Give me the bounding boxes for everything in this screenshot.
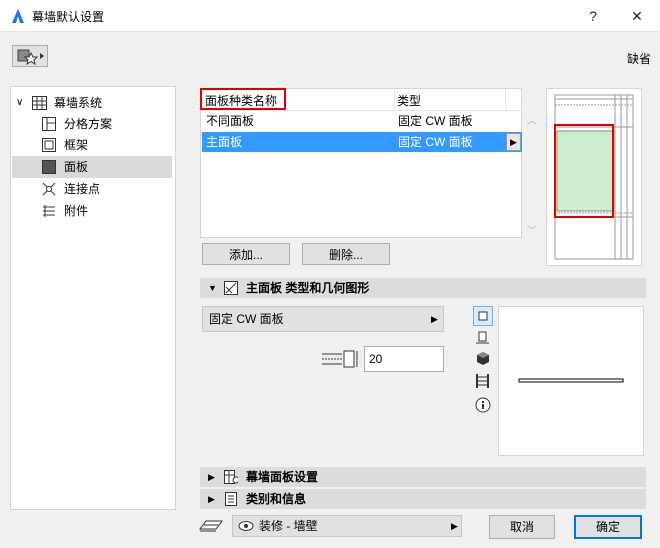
section-panel-settings[interactable]: ▶ 幕墙面板设置 xyxy=(200,467,646,487)
square-icon xyxy=(478,311,488,321)
tree-item-label: 附件 xyxy=(64,204,89,218)
panel-geometry-icon xyxy=(224,281,238,295)
table-row[interactable]: 主面板 固定 CW 面板 ▶ xyxy=(202,132,522,152)
tree-item-panel[interactable]: 面板 xyxy=(12,156,172,178)
tree-item-label: 分格方案 xyxy=(64,117,113,131)
column-header-type[interactable]: 类型 xyxy=(397,92,421,109)
document-icon xyxy=(225,492,237,506)
info-icon[interactable] xyxy=(474,396,492,414)
app-logo-icon xyxy=(12,9,24,23)
section-title: 主面板 类型和几何图形 xyxy=(246,281,370,295)
window-title: 幕墙默认设置 xyxy=(32,10,105,24)
chevron-down-icon[interactable]: ∨ xyxy=(16,92,23,114)
favorites-star-icon xyxy=(17,49,44,66)
help-button[interactable]: ? xyxy=(582,6,604,26)
panel-settings-icon xyxy=(224,470,238,484)
layer-icon xyxy=(199,520,223,532)
row-name: 主面板 xyxy=(206,135,243,149)
row-type-dropdown-arrow[interactable]: ▶ xyxy=(506,133,521,151)
chevron-right-icon: ▶ xyxy=(451,521,458,531)
thickness-input[interactable]: 20 xyxy=(364,346,444,372)
panel-icon xyxy=(42,160,56,174)
row-name: 不同面板 xyxy=(206,114,255,128)
default-label: 缺省 xyxy=(627,52,652,66)
tree-item-grid-scheme[interactable]: 分格方案 xyxy=(12,113,172,135)
panel-type-select[interactable]: 固定 CW 面板 ▶ xyxy=(202,306,444,332)
cancel-button[interactable]: 取消 xyxy=(489,515,555,539)
collapse-triangle-icon[interactable]: ▼ xyxy=(208,278,217,298)
elevation-view-icon[interactable] xyxy=(474,329,492,347)
highlight-box xyxy=(200,88,286,110)
section-title: 幕墙面板设置 xyxy=(246,470,319,484)
geometry-preview xyxy=(498,306,644,456)
accessory-icon xyxy=(43,205,55,217)
panel-thickness-icon xyxy=(322,350,358,368)
delete-button[interactable]: 删除... xyxy=(302,243,390,265)
tree-root-label: 幕墙系统 xyxy=(54,96,103,110)
tree-item-label: 面板 xyxy=(64,160,89,174)
scroll-down-icon[interactable]: ﹀ xyxy=(527,222,537,237)
grid-scheme-icon xyxy=(42,117,56,131)
layer-select[interactable]: 装修 - 墙壁 ▶ xyxy=(232,515,462,537)
section-title: 类别和信息 xyxy=(246,492,307,506)
expand-triangle-icon[interactable]: ▶ xyxy=(208,467,215,487)
eye-icon xyxy=(238,521,254,531)
row-type: 固定 CW 面板 xyxy=(398,114,473,128)
column-divider xyxy=(394,89,395,111)
frame-icon xyxy=(42,138,56,152)
junction-icon xyxy=(42,182,56,196)
curtain-wall-icon xyxy=(32,96,47,110)
section-main-geometry[interactable]: ▼ 主面板 类型和几何图形 xyxy=(200,278,646,298)
section-category-info[interactable]: ▶ 类别和信息 xyxy=(200,489,646,509)
layer-value: 装修 - 墙壁 xyxy=(259,519,318,533)
expand-triangle-icon[interactable]: ▶ xyxy=(208,489,215,509)
ok-button[interactable]: 确定 xyxy=(574,515,642,539)
panel-type-value: 固定 CW 面板 xyxy=(209,312,284,326)
table-row[interactable]: 不同面板 固定 CW 面板 xyxy=(202,111,522,131)
tree-item-label: 框架 xyxy=(64,138,89,152)
preview-highlight-box xyxy=(554,124,614,218)
close-button[interactable]: ✕ xyxy=(626,6,648,26)
3d-view-icon[interactable] xyxy=(474,350,492,368)
title-bar: 幕墙默认设置 ? ✕ xyxy=(0,0,660,32)
favorites-button[interactable] xyxy=(12,45,48,67)
panel-section-preview-icon xyxy=(518,378,624,383)
section-view-icon[interactable] xyxy=(474,372,492,390)
scroll-up-icon[interactable]: ︿ xyxy=(527,112,537,127)
tree-item-frame[interactable]: 框架 xyxy=(12,134,172,156)
tree-item-label: 连接点 xyxy=(64,182,101,196)
chevron-right-icon: ▶ xyxy=(431,314,438,324)
add-button[interactable]: 添加... xyxy=(202,243,290,265)
view-plan-button[interactable] xyxy=(473,306,493,326)
tree-item-junction[interactable]: 连接点 xyxy=(12,178,172,200)
tree-root[interactable]: ∨ 幕墙系统 xyxy=(14,92,174,114)
column-divider xyxy=(505,89,506,111)
row-type: 固定 CW 面板 xyxy=(398,135,473,149)
tree-item-accessory[interactable]: 附件 xyxy=(12,200,172,222)
